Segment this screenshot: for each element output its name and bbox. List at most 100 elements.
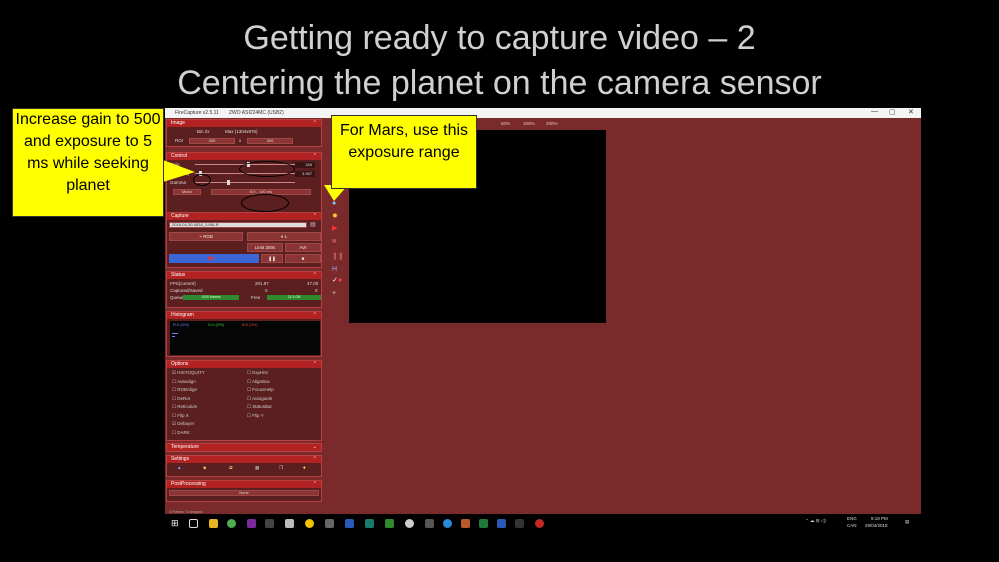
app-icon[interactable] [325, 519, 334, 528]
check-red-icon[interactable]: ✓● [332, 276, 342, 284]
options-panel: Options ⌃ ☑ HISTOQUITY ☐ ExpHist ☐ Autoalig… [166, 360, 322, 441]
clock-time[interactable]: 9:19 PM [871, 516, 888, 521]
option-checkbox[interactable]: ☑ Debayer [172, 421, 194, 427]
color-icon[interactable]: ✿ [229, 463, 233, 472]
gamma-slider-handle[interactable] [227, 180, 230, 185]
exposure-range-highlight-circle [241, 194, 289, 212]
app-icon[interactable] [405, 519, 414, 528]
histogram-icon[interactable]: H [332, 266, 337, 273]
stop-icon[interactable]: ■ [332, 238, 336, 245]
option-checkbox[interactable]: ☐ DARK [172, 430, 190, 436]
histogram-trace [172, 336, 175, 337]
folder-icon[interactable]: ▤ [310, 221, 316, 230]
max-resolution-label[interactable]: Max (1304x976) [225, 127, 258, 136]
word-icon[interactable] [497, 519, 506, 528]
capture-filename-field[interactable]: 2018-04-30-0834_3-MA-R [169, 222, 307, 228]
camera-name: ZWO ASI224MC (USB2) [229, 110, 284, 116]
postprocessing-select[interactable]: None [169, 490, 319, 496]
option-checkbox[interactable]: ☐ Flip X [172, 413, 189, 419]
collapse-icon[interactable]: ⌃ [313, 361, 317, 368]
app-icon[interactable] [365, 519, 374, 528]
mode-select[interactable]: Mono [173, 189, 201, 195]
app-icon[interactable] [385, 519, 394, 528]
zoom-option[interactable]: 100% [523, 121, 535, 126]
option-checkbox[interactable]: ☐ Flip Y [247, 413, 264, 419]
stop-button[interactable]: ■ [285, 254, 321, 263]
windows-start-icon[interactable]: ⊞ [171, 518, 179, 529]
gain-highlight-circle [239, 161, 295, 177]
collapse-icon[interactable]: ⌃ [313, 456, 317, 463]
option-checkbox[interactable]: ☐ Autoguide [247, 396, 272, 402]
start-capture-bar[interactable]: ▶ [169, 254, 259, 263]
record-play-icon[interactable]: ▶ [332, 224, 337, 232]
camera-settings-icon[interactable]: ◆ [203, 463, 206, 472]
capture-l-button[interactable]: ● L [247, 232, 321, 241]
slide-title-line2: Centering the planet on the camera senso… [177, 64, 822, 102]
app-icon[interactable] [247, 519, 256, 528]
zoom-option[interactable]: 50% [501, 121, 510, 126]
option-checkbox[interactable]: ☐ Autoalign [172, 379, 196, 385]
app-icon[interactable] [305, 519, 314, 528]
histogram-graph: R:0 (0%) G:0 (0%) B:0 (0%) [170, 321, 320, 355]
clock-date[interactable]: 29/04/2018 [865, 523, 888, 528]
gain-value[interactable]: 345 [295, 162, 315, 168]
zoom-option[interactable]: 200% [546, 121, 558, 126]
tray-icons[interactable]: ⌃ ☁ ⊟ ◁) [805, 518, 826, 524]
notification-icon[interactable]: ▤ [905, 519, 909, 525]
app-icon[interactable] [443, 519, 452, 528]
pause-button[interactable]: ❚❚ [261, 254, 283, 263]
collapse-icon[interactable]: ⌃ [313, 213, 317, 220]
roi-width-select[interactable]: 400 [189, 138, 235, 144]
option-checkbox[interactable]: ☐ RGBAlign [172, 387, 197, 393]
app-icon[interactable] [265, 519, 274, 528]
free-label: Free [251, 295, 261, 300]
avi-button[interactable]: AVI [285, 243, 321, 252]
collapse-icon[interactable]: ⌃ [313, 272, 317, 279]
app-icon[interactable] [515, 519, 524, 528]
roi-height-select[interactable]: 300 [247, 138, 293, 144]
close-button[interactable]: ✕ [908, 108, 914, 116]
option-checkbox[interactable]: ☐ FocusHelp [247, 387, 274, 393]
app-icon[interactable] [425, 519, 434, 528]
histogram-panel-header: Histogram ⌃ [167, 312, 321, 319]
sun-icon[interactable]: ✹ [332, 212, 338, 220]
app-icon[interactable] [345, 519, 354, 528]
option-checkbox[interactable]: ☐ ExpHist [247, 370, 268, 376]
pause-icon[interactable]: ❚❚ [332, 252, 344, 260]
option-checkbox[interactable]: ☐ Reticulum [172, 404, 197, 410]
maximize-button[interactable]: ▢ [889, 108, 896, 116]
region-indicator[interactable]: CAN [847, 523, 857, 528]
document-icon[interactable]: ▦ [255, 463, 259, 472]
task-view-icon[interactable] [189, 519, 198, 528]
firecapture-window: FireCapture v2.5.11 ZWO ASI224MC (USB2) … [165, 108, 921, 534]
light-icon[interactable]: ● [303, 463, 306, 472]
temperature-panel-header[interactable]: Temperature ⌄ [167, 444, 321, 451]
copy-icon[interactable]: ❐ [279, 463, 283, 472]
collapse-icon[interactable]: ⌃ [313, 481, 317, 488]
firecapture-taskbar-icon[interactable] [535, 519, 544, 528]
option-checkbox[interactable]: ☐ AlignBox [247, 379, 270, 385]
collapse-icon[interactable]: ⌃ [313, 120, 317, 127]
option-checkbox[interactable]: ☑ HISTOQUITY [172, 370, 205, 376]
exposure-value[interactable]: 3.967 [295, 171, 315, 177]
limit-button[interactable]: Limit 300s [247, 243, 283, 252]
language-indicator[interactable]: ENG [847, 516, 857, 521]
collapse-icon[interactable]: ⌃ [313, 153, 317, 160]
app-icon[interactable] [285, 519, 294, 528]
telescope-icon[interactable]: ▲ [177, 463, 181, 472]
planet-icon[interactable]: ● [332, 200, 336, 207]
chrome-icon[interactable] [227, 519, 236, 528]
powerpoint-icon[interactable] [461, 519, 470, 528]
histogram-trace [172, 333, 178, 334]
settings-panel: Settings ⌃ ▲ ◆ ✿ ▦ ❐ ● [166, 455, 322, 477]
option-checkbox[interactable]: ☐ StatusBar [247, 404, 272, 410]
capture-rgb-button[interactable]: ● RGB [169, 232, 243, 241]
file-explorer-icon[interactable] [209, 519, 218, 528]
collapse-icon[interactable]: ⌃ [313, 312, 317, 319]
plus-icon[interactable]: + [332, 290, 336, 297]
minimize-button[interactable]: — [871, 108, 878, 115]
excel-icon[interactable] [479, 519, 488, 528]
option-checkbox[interactable]: ☐ DeRot [172, 396, 190, 402]
expand-icon[interactable]: ⌄ [313, 444, 317, 451]
bin-label[interactable]: Bin 2x [197, 127, 210, 136]
